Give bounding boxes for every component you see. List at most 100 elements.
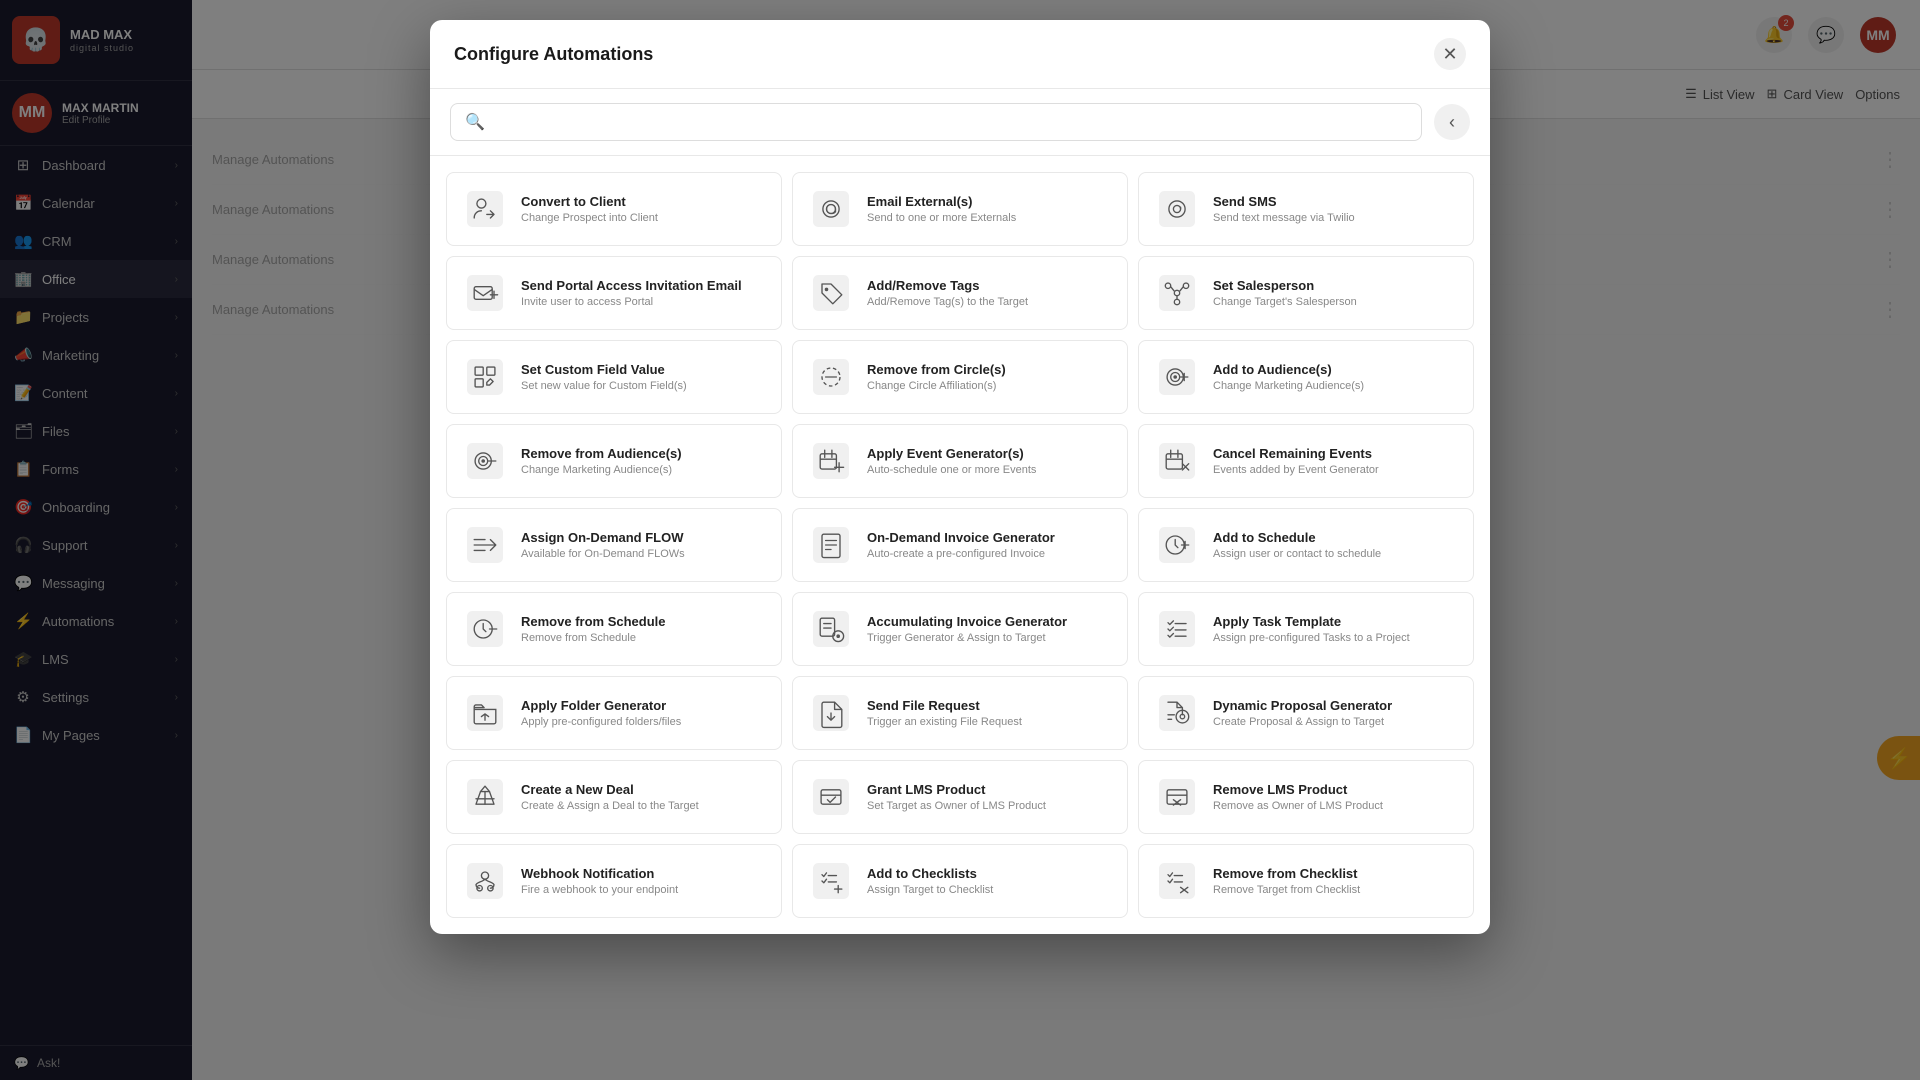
send-sms-icon <box>1155 187 1199 231</box>
add-remove-tags-icon <box>809 271 853 315</box>
on-demand-invoice-desc: Auto-create a pre-configured Invoice <box>867 548 1055 560</box>
remove-lms-product-title: Remove LMS Product <box>1213 782 1383 797</box>
remove-from-audiences-desc: Change Marketing Audience(s) <box>521 464 682 476</box>
grant-lms-product-icon <box>809 775 853 819</box>
add-to-checklists-desc: Assign Target to Checklist <box>867 884 993 896</box>
automation-card-remove-from-checklist[interactable]: Remove from Checklist Remove Target from… <box>1138 844 1474 918</box>
apply-task-template-title: Apply Task Template <box>1213 614 1410 629</box>
automation-card-convert-to-client[interactable]: Convert to Client Change Prospect into C… <box>446 172 782 246</box>
assign-on-demand-flow-text: Assign On-Demand FLOW Available for On-D… <box>521 530 685 560</box>
automation-card-email-externals[interactable]: Email External(s) Send to one or more Ex… <box>792 172 1128 246</box>
automation-card-on-demand-invoice[interactable]: On-Demand Invoice Generator Auto-create … <box>792 508 1128 582</box>
apply-event-generator-desc: Auto-schedule one or more Events <box>867 464 1036 476</box>
convert-to-client-title: Convert to Client <box>521 194 658 209</box>
cancel-remaining-events-title: Cancel Remaining Events <box>1213 446 1379 461</box>
automation-card-remove-from-schedule[interactable]: Remove from Schedule Remove from Schedul… <box>446 592 782 666</box>
remove-lms-product-desc: Remove as Owner of LMS Product <box>1213 800 1383 812</box>
back-button[interactable]: ‹ <box>1434 104 1470 140</box>
add-to-checklists-text: Add to Checklists Assign Target to Check… <box>867 866 993 896</box>
automation-card-webhook-notification[interactable]: Webhook Notification Fire a webhook to y… <box>446 844 782 918</box>
accumulating-invoice-text: Accumulating Invoice Generator Trigger G… <box>867 614 1067 644</box>
automation-card-apply-folder-generator[interactable]: Apply Folder Generator Apply pre-configu… <box>446 676 782 750</box>
apply-task-template-icon <box>1155 607 1199 651</box>
on-demand-invoice-title: On-Demand Invoice Generator <box>867 530 1055 545</box>
modal-title: Configure Automations <box>454 44 653 65</box>
accumulating-invoice-desc: Trigger Generator & Assign to Target <box>867 632 1067 644</box>
email-externals-text: Email External(s) Send to one or more Ex… <box>867 194 1016 224</box>
grant-lms-product-desc: Set Target as Owner of LMS Product <box>867 800 1046 812</box>
send-sms-title: Send SMS <box>1213 194 1355 209</box>
cancel-remaining-events-desc: Events added by Event Generator <box>1213 464 1379 476</box>
search-icon: 🔍 <box>465 112 485 132</box>
add-to-schedule-text: Add to Schedule Assign user or contact t… <box>1213 530 1381 560</box>
modal-search-section: 🔍 ‹ <box>430 89 1490 156</box>
add-to-checklists-icon <box>809 859 853 903</box>
automation-card-accumulating-invoice[interactable]: Accumulating Invoice Generator Trigger G… <box>792 592 1128 666</box>
modal-close-button[interactable]: ✕ <box>1434 38 1466 70</box>
automation-card-send-portal-access[interactable]: Send Portal Access Invitation Email Invi… <box>446 256 782 330</box>
email-externals-icon <box>809 187 853 231</box>
apply-task-template-desc: Assign pre-configured Tasks to a Project <box>1213 632 1410 644</box>
automation-card-grant-lms-product[interactable]: Grant LMS Product Set Target as Owner of… <box>792 760 1128 834</box>
automation-card-dynamic-proposal[interactable]: Dynamic Proposal Generator Create Propos… <box>1138 676 1474 750</box>
apply-task-template-text: Apply Task Template Assign pre-configure… <box>1213 614 1410 644</box>
automation-card-remove-from-circle[interactable]: Remove from Circle(s) Change Circle Affi… <box>792 340 1128 414</box>
remove-from-schedule-title: Remove from Schedule <box>521 614 666 629</box>
dynamic-proposal-icon <box>1155 691 1199 735</box>
apply-folder-generator-text: Apply Folder Generator Apply pre-configu… <box>521 698 681 728</box>
automation-card-remove-lms-product[interactable]: Remove LMS Product Remove as Owner of LM… <box>1138 760 1474 834</box>
automation-card-cancel-remaining-events[interactable]: Cancel Remaining Events Events added by … <box>1138 424 1474 498</box>
create-new-deal-title: Create a New Deal <box>521 782 699 797</box>
set-salesperson-text: Set Salesperson Change Target's Salesper… <box>1213 278 1357 308</box>
automations-grid: Convert to Client Change Prospect into C… <box>446 172 1474 918</box>
remove-lms-product-text: Remove LMS Product Remove as Owner of LM… <box>1213 782 1383 812</box>
remove-from-checklist-text: Remove from Checklist Remove Target from… <box>1213 866 1360 896</box>
add-to-schedule-icon <box>1155 523 1199 567</box>
automation-card-set-salesperson[interactable]: Set Salesperson Change Target's Salesper… <box>1138 256 1474 330</box>
automation-card-remove-from-audiences[interactable]: Remove from Audience(s) Change Marketing… <box>446 424 782 498</box>
set-salesperson-icon <box>1155 271 1199 315</box>
webhook-notification-icon <box>463 859 507 903</box>
automation-card-assign-on-demand-flow[interactable]: Assign On-Demand FLOW Available for On-D… <box>446 508 782 582</box>
automation-card-create-new-deal[interactable]: Create a New Deal Create & Assign a Deal… <box>446 760 782 834</box>
automation-card-send-file-request[interactable]: Send File Request Trigger an existing Fi… <box>792 676 1128 750</box>
remove-from-circle-desc: Change Circle Affiliation(s) <box>867 380 1006 392</box>
configure-automations-modal: Configure Automations ✕ 🔍 ‹ Convert to C… <box>430 20 1490 934</box>
send-sms-text: Send SMS Send text message via Twilio <box>1213 194 1355 224</box>
automation-card-apply-event-generator[interactable]: Apply Event Generator(s) Auto-schedule o… <box>792 424 1128 498</box>
apply-event-generator-title: Apply Event Generator(s) <box>867 446 1036 461</box>
remove-lms-product-icon <box>1155 775 1199 819</box>
automation-card-set-custom-field[interactable]: Set Custom Field Value Set new value for… <box>446 340 782 414</box>
apply-folder-generator-desc: Apply pre-configured folders/files <box>521 716 681 728</box>
search-box[interactable]: 🔍 <box>450 103 1422 141</box>
send-portal-access-title: Send Portal Access Invitation Email <box>521 278 742 293</box>
add-to-audiences-title: Add to Audience(s) <box>1213 362 1364 377</box>
remove-from-checklist-title: Remove from Checklist <box>1213 866 1360 881</box>
dynamic-proposal-title: Dynamic Proposal Generator <box>1213 698 1392 713</box>
add-to-audiences-icon <box>1155 355 1199 399</box>
convert-to-client-icon <box>463 187 507 231</box>
create-new-deal-icon <box>463 775 507 819</box>
webhook-notification-text: Webhook Notification Fire a webhook to y… <box>521 866 678 896</box>
automation-card-add-remove-tags[interactable]: Add/Remove Tags Add/Remove Tag(s) to the… <box>792 256 1128 330</box>
automation-card-send-sms[interactable]: Send SMS Send text message via Twilio <box>1138 172 1474 246</box>
automation-card-add-to-schedule[interactable]: Add to Schedule Assign user or contact t… <box>1138 508 1474 582</box>
search-input[interactable] <box>495 114 1407 130</box>
set-salesperson-desc: Change Target's Salesperson <box>1213 296 1357 308</box>
automation-card-add-to-checklists[interactable]: Add to Checklists Assign Target to Check… <box>792 844 1128 918</box>
grant-lms-product-text: Grant LMS Product Set Target as Owner of… <box>867 782 1046 812</box>
remove-from-checklist-desc: Remove Target from Checklist <box>1213 884 1360 896</box>
automation-card-apply-task-template[interactable]: Apply Task Template Assign pre-configure… <box>1138 592 1474 666</box>
send-file-request-desc: Trigger an existing File Request <box>867 716 1022 728</box>
apply-folder-generator-title: Apply Folder Generator <box>521 698 681 713</box>
remove-from-audiences-icon <box>463 439 507 483</box>
add-to-audiences-text: Add to Audience(s) Change Marketing Audi… <box>1213 362 1364 392</box>
send-sms-desc: Send text message via Twilio <box>1213 212 1355 224</box>
apply-event-generator-icon <box>809 439 853 483</box>
automation-card-add-to-audiences[interactable]: Add to Audience(s) Change Marketing Audi… <box>1138 340 1474 414</box>
send-file-request-icon <box>809 691 853 735</box>
email-externals-title: Email External(s) <box>867 194 1016 209</box>
add-remove-tags-desc: Add/Remove Tag(s) to the Target <box>867 296 1028 308</box>
set-custom-field-text: Set Custom Field Value Set new value for… <box>521 362 687 392</box>
modal-header: Configure Automations ✕ <box>430 20 1490 89</box>
